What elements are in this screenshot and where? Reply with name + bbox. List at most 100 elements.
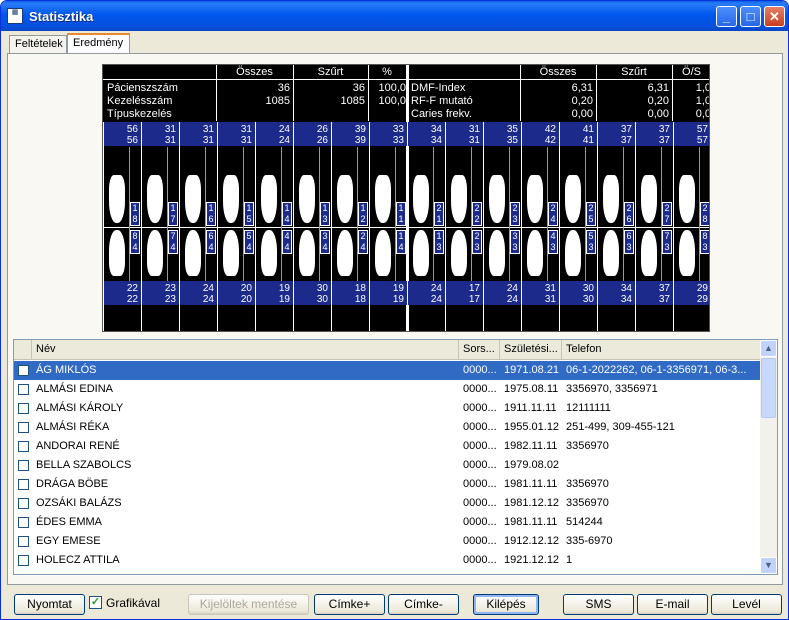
upper-count-cell: 39: [331, 124, 369, 135]
column-sors[interactable]: Sors...: [459, 340, 500, 360]
upper-tooth-icon: [337, 175, 353, 223]
table-row[interactable]: ÉDES EMMA 0000... 1981.11.11 514244: [14, 513, 760, 532]
row-checkbox[interactable]: [18, 498, 29, 509]
tab-conditions[interactable]: Feltételek: [9, 35, 67, 53]
cell-birth: 1921.12.12: [504, 554, 560, 566]
header-filtered-left: Szűrt: [317, 66, 344, 78]
lower-count-cell: 23: [141, 294, 179, 305]
table-row[interactable]: ÁG MIKLÓS 0000... 1971.08.21 06-1-2022262, …: [14, 361, 760, 380]
email-button[interactable]: E-mail: [637, 594, 708, 615]
graphic-checkbox-label[interactable]: Grafikával: [106, 596, 160, 610]
table-row[interactable]: HOLECZ ATTILA 0000... 1921.12.12 1: [14, 551, 760, 570]
lower-tooth-number: 34: [320, 230, 330, 254]
row-checkbox[interactable]: [18, 536, 29, 547]
upper-tooth-icon: [147, 175, 163, 223]
lower-count-cell: 30: [559, 294, 597, 305]
upper-tooth-icon: [223, 175, 239, 223]
lower-tooth-number: 14: [396, 230, 406, 254]
header-filtered-right: Szűrt: [621, 66, 647, 78]
graphic-checkbox[interactable]: ✓: [89, 596, 102, 609]
table-row[interactable]: OZSÁKI BALÁZS 0000... 1981.12.12 3356970: [14, 494, 760, 513]
cell-sors: 0000...: [463, 459, 497, 471]
column-divider: [369, 122, 370, 331]
column-divider: [141, 122, 142, 331]
row-checkbox[interactable]: [18, 460, 29, 471]
cell-sors: 0000...: [463, 364, 497, 376]
row-checkbox[interactable]: [18, 517, 29, 528]
sms-button[interactable]: SMS: [563, 594, 634, 615]
row-checkbox[interactable]: [18, 441, 29, 452]
upper-tooth-number: 28: [700, 202, 709, 226]
table-row[interactable]: BELLA SZABOLCS 0000... 1979.08.02: [14, 456, 760, 475]
lower-tooth-number: 83: [700, 230, 709, 254]
row-checkbox[interactable]: [18, 422, 29, 433]
lower-count-cell: 24: [407, 283, 445, 294]
column-divider: [483, 122, 484, 331]
lower-tooth-number: 53: [586, 230, 596, 254]
upper-count-cell: 37: [635, 124, 673, 135]
column-divider: [407, 122, 408, 331]
column-phone[interactable]: Telefon: [562, 340, 762, 360]
cell-phone: 1: [566, 554, 573, 566]
lower-tooth-number: 43: [548, 230, 558, 254]
column-birth[interactable]: Születési...: [500, 340, 562, 360]
table-row[interactable]: ALMÁSI RÉKA 0000... 1955.01.12 251-499, 309…: [14, 418, 760, 437]
maximize-button[interactable]: □: [740, 6, 761, 27]
upper-tooth-number: 13: [320, 202, 330, 226]
upper-count-cell: 31: [217, 135, 255, 146]
column-divider: [445, 122, 446, 331]
patient-list[interactable]: Név Sors... Születési... Telefon ÁG MIKL…: [13, 339, 778, 575]
upper-tooth-number: 24: [548, 202, 558, 226]
row-checkbox[interactable]: [18, 479, 29, 490]
upper-tooth-icon: [565, 175, 581, 223]
value-total-right: 0,20: [571, 95, 593, 107]
cell-birth: 1979.08.02: [504, 459, 560, 471]
lower-count-cell: 24: [483, 283, 521, 294]
exit-button[interactable]: Kilépés: [473, 594, 539, 615]
table-row[interactable]: EGY EMESE 0000... 1912.12.12 335-6970: [14, 532, 760, 551]
letter-button[interactable]: Levél: [711, 594, 782, 615]
lower-count-cell: 20: [217, 283, 255, 294]
upper-count-cell: 57: [673, 135, 709, 146]
table-row[interactable]: DRÁGA BÖBE 0000... 1981.11.11 3356970: [14, 475, 760, 494]
header-percent: %: [382, 66, 392, 78]
cell-birth: 1982.11.11: [504, 440, 558, 452]
upper-count-cell: 26: [293, 135, 331, 146]
lower-count-cell: 24: [179, 294, 217, 305]
tab-results[interactable]: Eredmény: [67, 33, 130, 54]
value-total: 36: [277, 82, 290, 94]
row-checkbox[interactable]: [18, 555, 29, 566]
save-selected-button[interactable]: Kijelöltek mentése: [188, 594, 309, 615]
table-row[interactable]: ALMÁSI KÁROLY 0000... 1911.11.11 12111111: [14, 399, 760, 418]
row-checkbox[interactable]: [18, 384, 29, 395]
upper-count-cell: 56: [103, 135, 141, 146]
minimize-button[interactable]: _: [716, 6, 737, 27]
value-percent: 100,0: [378, 82, 406, 94]
lower-count-cell: 37: [635, 294, 673, 305]
label-rff: RF-F mutató: [411, 95, 473, 107]
upper-tooth-number: 22: [472, 202, 482, 226]
column-name[interactable]: Név: [32, 340, 459, 360]
close-button[interactable]: ✕: [764, 6, 785, 27]
upper-tooth-number: 21: [434, 202, 444, 226]
print-button[interactable]: Nyomtat: [14, 594, 85, 615]
value-filtered: 1085: [340, 95, 365, 107]
header-ratio: Ö/S: [682, 66, 701, 78]
row-checkbox[interactable]: [18, 365, 29, 376]
scroll-down-icon[interactable]: ▼: [760, 557, 777, 574]
lower-count-cell: 34: [597, 294, 635, 305]
upper-tooth-icon: [679, 175, 695, 223]
table-row[interactable]: ANDORAI RENÉ 0000... 1982.11.11 3356970: [14, 437, 760, 456]
scroll-thumb[interactable]: [761, 358, 776, 418]
cell-sors: 0000...: [463, 554, 497, 566]
label-minus-button[interactable]: Címke-: [388, 594, 459, 615]
table-row[interactable]: ALMÁSI EDINA 0000... 1975.08.11 3356970, 33…: [14, 380, 760, 399]
vertical-scrollbar[interactable]: ▲ ▼: [760, 340, 777, 574]
cell-name: OZSÁKI BALÁZS: [36, 497, 122, 509]
scroll-up-icon[interactable]: ▲: [760, 340, 777, 357]
label-plus-button[interactable]: Címke+: [314, 594, 385, 615]
cell-phone: 251-499, 309-455-121: [566, 421, 675, 433]
upper-tooth-number: 15: [244, 202, 254, 226]
row-checkbox[interactable]: [18, 403, 29, 414]
lower-tooth-number: 44: [282, 230, 292, 254]
